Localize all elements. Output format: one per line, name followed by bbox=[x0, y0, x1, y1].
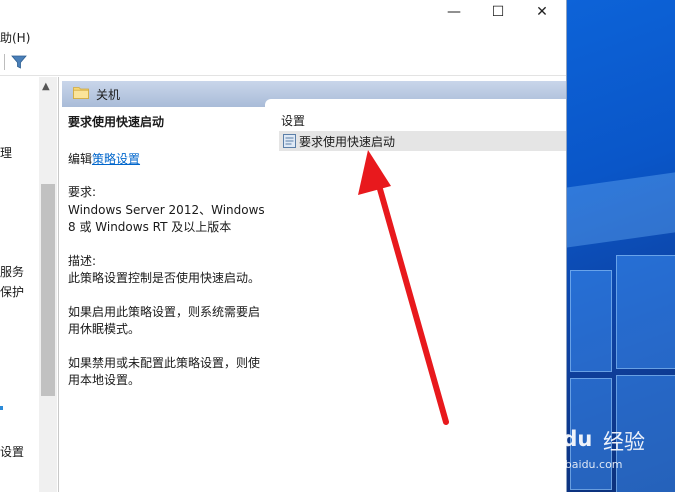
tree-item-label[interactable]: 保护 bbox=[0, 283, 24, 300]
requirements-line: 8 或 Windows RT 及以上版本 bbox=[68, 220, 232, 234]
maximize-button[interactable]: ☐ bbox=[476, 0, 520, 24]
watermark-url: jingyan.baidu.com bbox=[521, 458, 623, 471]
maximize-icon: ☐ bbox=[491, 4, 505, 20]
column-header-setting[interactable]: 设置 bbox=[281, 112, 305, 129]
description-panel: 要求使用快速启动 编辑策略设置 要求: Windows Server 2012、… bbox=[62, 107, 266, 492]
tree-scrollbar[interactable]: ▲ bbox=[39, 77, 57, 492]
edit-policy-link[interactable]: 策略设置 bbox=[92, 152, 140, 166]
watermark-product: 经验 bbox=[603, 430, 645, 454]
folder-icon bbox=[73, 87, 89, 99]
tree-selection-marker bbox=[0, 406, 3, 410]
list-item[interactable]: 要求使用快速启动 bbox=[279, 131, 566, 151]
menu-item-help[interactable]: 助(H) bbox=[0, 29, 30, 46]
minimize-icon: — bbox=[447, 4, 461, 20]
title-bar: — ☐ ✕ bbox=[0, 0, 566, 24]
watermark-brand: Baidu bbox=[525, 427, 593, 451]
policy-editor-window: — ☐ ✕ 助(H) 理 服务 保护 设置 ▲ 关机 要求使用快速启动 编辑策略… bbox=[0, 0, 567, 492]
requirements-line: Windows Server 2012、Windows bbox=[68, 203, 265, 217]
disabled-text: 如果禁用或未配置此策略设置，则使 bbox=[68, 356, 261, 370]
navigation-tree: 理 服务 保护 设置 ▲ bbox=[0, 77, 59, 492]
filter-icon[interactable] bbox=[11, 54, 27, 70]
content-pane: 关机 要求使用快速启动 编辑策略设置 要求: Windows Server 20… bbox=[62, 81, 566, 492]
menu-bar: 助(H) bbox=[0, 26, 566, 48]
description-label: 描述: bbox=[68, 254, 97, 268]
requirements-label: 要求: bbox=[68, 185, 97, 199]
folder-title: 关机 bbox=[96, 88, 121, 102]
edit-prefix: 编辑 bbox=[68, 152, 93, 166]
scroll-up-arrow-icon[interactable]: ▲ bbox=[42, 81, 50, 92]
policy-setting-icon bbox=[283, 134, 296, 148]
enabled-text: 用休眠模式。 bbox=[68, 322, 141, 336]
close-icon: ✕ bbox=[536, 4, 548, 20]
list-item-label: 要求使用快速启动 bbox=[299, 135, 396, 149]
scrollbar-thumb[interactable] bbox=[41, 184, 55, 396]
minimize-button[interactable]: — bbox=[432, 0, 476, 24]
enabled-text: 如果启用此策略设置，则系统需要启 bbox=[68, 305, 261, 319]
description-text: 此策略设置控制是否使用快速启动。 bbox=[68, 271, 261, 285]
tree-item-label[interactable]: 设置 bbox=[0, 443, 24, 460]
toolbar bbox=[0, 49, 566, 76]
toolbar-separator bbox=[4, 54, 5, 70]
tree-item-label[interactable]: 服务 bbox=[0, 263, 24, 280]
tree-item-label[interactable]: 理 bbox=[0, 144, 12, 161]
policy-title: 要求使用快速启动 bbox=[68, 115, 165, 129]
disabled-text: 用本地设置。 bbox=[68, 373, 141, 387]
close-button[interactable]: ✕ bbox=[520, 0, 564, 24]
edit-policy-text: 编辑策略设置 bbox=[68, 151, 140, 168]
baidu-watermark: Baidu 经验 jingyan.baidu.com bbox=[515, 413, 675, 483]
